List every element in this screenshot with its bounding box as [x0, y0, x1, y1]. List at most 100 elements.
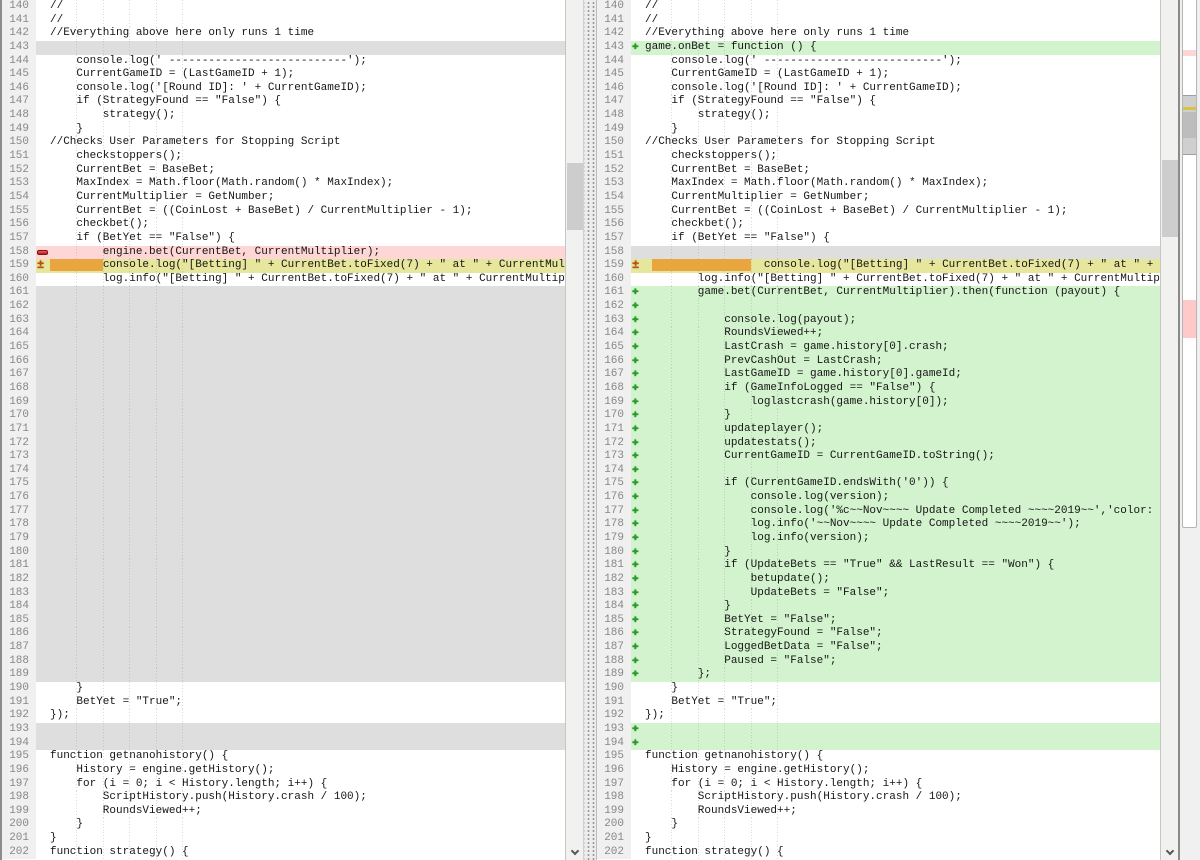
code-text[interactable]: }); — [645, 709, 1160, 723]
code-text[interactable]: }); — [50, 709, 565, 723]
code-text[interactable]: History = engine.getHistory(); — [645, 764, 1160, 778]
code-text[interactable]: function getnanohistory() { — [50, 750, 565, 764]
code-text[interactable]: game.bet(CurrentBet, CurrentMultiplier).… — [645, 286, 1160, 300]
code-text[interactable]: //Everything above here only runs 1 time — [645, 27, 1160, 41]
code-text[interactable]: BetYet = "True"; — [645, 696, 1160, 710]
code-text[interactable]: PrevCashOut = LastCrash; — [645, 355, 1160, 369]
code-text[interactable] — [50, 477, 565, 491]
code-text[interactable]: function strategy() { — [50, 846, 565, 860]
code-text[interactable]: log.info("[Betting] " + CurrentBet.toFix… — [645, 273, 1160, 287]
code-text[interactable]: function strategy() { — [645, 846, 1160, 860]
code-text[interactable] — [50, 341, 565, 355]
code-text[interactable]: console.log(payout); — [645, 314, 1160, 328]
code-text[interactable] — [645, 723, 1160, 737]
current-view-indicator[interactable] — [1183, 95, 1196, 155]
code-text[interactable]: //Checks User Parameters for Stopping Sc… — [50, 136, 565, 150]
code-text[interactable]: } — [645, 600, 1160, 614]
code-text[interactable]: MaxIndex = Math.floor(Math.random() * Ma… — [50, 177, 565, 191]
code-text[interactable]: console.log('[Round ID]: ' + CurrentGame… — [645, 82, 1160, 96]
code-text[interactable]: if (UpdateBets == "True" && LastResult =… — [645, 559, 1160, 573]
code-text[interactable]: if (GameInfoLogged == "False") { — [645, 382, 1160, 396]
code-text[interactable] — [50, 286, 565, 300]
code-text[interactable] — [50, 532, 565, 546]
code-text[interactable]: }; — [645, 668, 1160, 682]
right-pane-editor[interactable]: 140//141//142//Everything above here onl… — [597, 0, 1160, 860]
code-text[interactable]: LoggedBetData = "False"; — [645, 641, 1160, 655]
code-text[interactable]: } — [645, 123, 1160, 137]
code-text[interactable] — [645, 737, 1160, 751]
code-text[interactable] — [50, 409, 565, 423]
code-text[interactable]: LastCrash = game.history[0].crash; — [645, 341, 1160, 355]
code-text[interactable] — [645, 300, 1160, 314]
code-text[interactable] — [50, 41, 565, 55]
code-text[interactable]: checkstoppers(); — [50, 150, 565, 164]
diff-navigation-bar[interactable] — [1178, 0, 1200, 860]
code-text[interactable] — [50, 737, 565, 751]
code-text[interactable] — [50, 450, 565, 464]
code-text[interactable] — [50, 464, 565, 478]
code-text[interactable]: checkbet(); — [645, 218, 1160, 232]
code-text[interactable] — [50, 437, 565, 451]
left-scrollbar-thumb[interactable] — [567, 163, 583, 230]
code-text[interactable]: } — [645, 546, 1160, 560]
left-scrollbar-down-button[interactable] — [566, 844, 583, 860]
code-text[interactable]: if (BetYet == "False") { — [645, 232, 1160, 246]
code-text[interactable]: game.onBet = function () { — [645, 41, 1160, 55]
code-text[interactable]: CurrentBet = BaseBet; — [645, 164, 1160, 178]
code-text[interactable] — [50, 655, 565, 669]
code-text[interactable]: // — [645, 14, 1160, 28]
code-text[interactable]: CurrentGameID = CurrentGameID.toString()… — [645, 450, 1160, 464]
code-text[interactable]: if (StrategyFound == "False") { — [645, 95, 1160, 109]
code-text[interactable]: CurrentMultiplier = GetNumber; — [50, 191, 565, 205]
code-text[interactable] — [50, 491, 565, 505]
code-text[interactable] — [50, 396, 565, 410]
code-text[interactable]: //Checks User Parameters for Stopping Sc… — [645, 136, 1160, 150]
diff-mark-removed[interactable] — [1183, 50, 1196, 56]
code-text[interactable]: engine.bet(CurrentBet, CurrentMultiplier… — [50, 246, 565, 260]
code-text[interactable] — [50, 327, 565, 341]
code-text[interactable] — [50, 314, 565, 328]
code-text[interactable]: ScriptHistory.push(History.crash / 100); — [645, 791, 1160, 805]
code-text[interactable] — [50, 627, 565, 641]
code-text[interactable] — [50, 559, 565, 573]
code-text[interactable]: if (StrategyFound == "False") { — [50, 95, 565, 109]
code-text[interactable] — [50, 614, 565, 628]
code-text[interactable]: // — [645, 0, 1160, 14]
code-text[interactable]: loglastcrash(game.history[0]); — [645, 396, 1160, 410]
code-text[interactable]: CurrentBet = ((CoinLost + BaseBet) / Cur… — [50, 205, 565, 219]
code-text[interactable]: updateplayer(); — [645, 423, 1160, 437]
code-text[interactable]: console.log(' --------------------------… — [645, 55, 1160, 69]
code-text[interactable]: function getnanohistory() { — [645, 750, 1160, 764]
code-text[interactable] — [50, 587, 565, 601]
code-text[interactable]: CurrentGameID = (LastGameID + 1); — [645, 68, 1160, 82]
code-text[interactable] — [50, 423, 565, 437]
right-pane-vertical-scrollbar[interactable] — [1160, 0, 1178, 860]
code-text[interactable]: CurrentMultiplier = GetNumber; — [645, 191, 1160, 205]
code-text[interactable]: } — [50, 818, 565, 832]
code-text[interactable] — [50, 668, 565, 682]
code-text[interactable]: CurrentGameID = (LastGameID + 1); — [50, 68, 565, 82]
code-text[interactable]: console.log(' --------------------------… — [50, 55, 565, 69]
code-text[interactable]: } — [645, 832, 1160, 846]
code-text[interactable]: log.info(version); — [645, 532, 1160, 546]
code-text[interactable]: } — [50, 123, 565, 137]
code-text[interactable]: checkstoppers(); — [645, 150, 1160, 164]
code-text[interactable] — [50, 382, 565, 396]
code-text[interactable]: console.log("[Betting] " + CurrentBet.to… — [50, 259, 565, 273]
code-text[interactable]: console.log(version); — [645, 491, 1160, 505]
code-text[interactable] — [50, 518, 565, 532]
code-text[interactable]: } — [645, 409, 1160, 423]
pane-splitter[interactable] — [583, 0, 597, 860]
code-text[interactable]: //Everything above here only runs 1 time — [50, 27, 565, 41]
code-text[interactable] — [50, 600, 565, 614]
code-text[interactable]: betupdate(); — [645, 573, 1160, 587]
code-text[interactable] — [50, 505, 565, 519]
code-text[interactable] — [50, 723, 565, 737]
code-text[interactable]: checkbet(); — [50, 218, 565, 232]
code-text[interactable] — [50, 355, 565, 369]
code-text[interactable]: // — [50, 0, 565, 14]
left-pane-editor[interactable]: 140//141//142//Everything above here onl… — [0, 0, 565, 860]
code-text[interactable]: RoundsViewed++; — [50, 805, 565, 819]
code-text[interactable]: console.log("[Betting] " + CurrentBet.to… — [645, 259, 1160, 273]
code-text[interactable]: ScriptHistory.push(History.crash / 100); — [50, 791, 565, 805]
